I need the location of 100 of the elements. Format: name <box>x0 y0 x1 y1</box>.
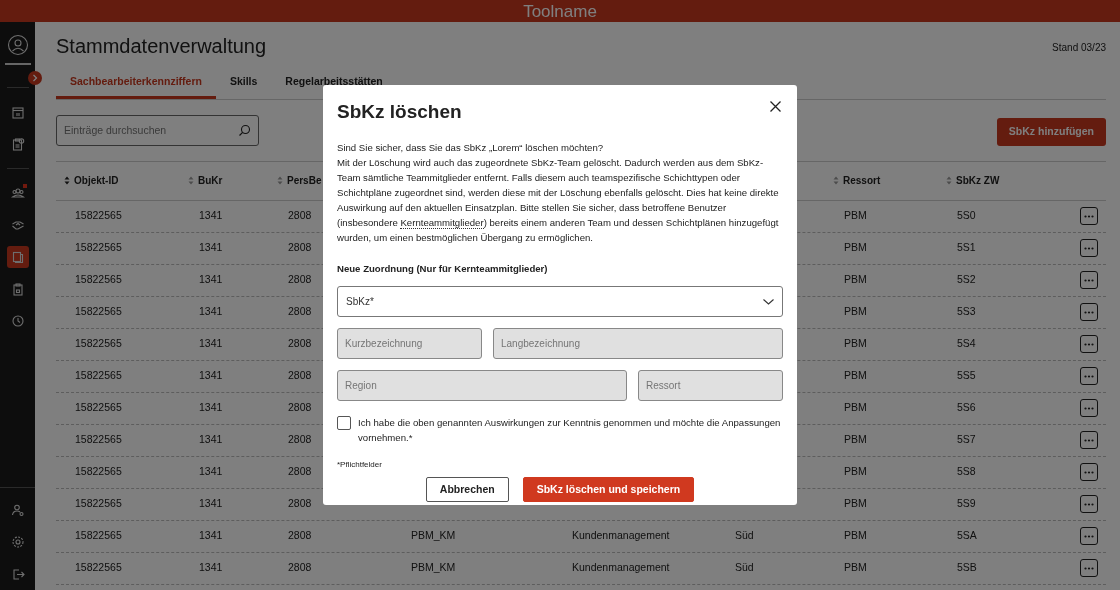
table-cell: PBM <box>844 337 867 350</box>
section-label: Neue Zuordnung (Nur für Kernteammitglieder) <box>337 262 549 276</box>
nav-item[interactable] <box>6 246 29 268</box>
more-button[interactable] <box>1080 527 1098 546</box>
add-button[interactable]: SbKz hinzufügen <box>996 117 1106 146</box>
more-button[interactable] <box>1080 207 1098 226</box>
table-cell: PBM <box>844 465 867 478</box>
more-icon <box>1084 470 1094 474</box>
table-cell: 2808 <box>288 497 312 510</box>
table-cell: 2808 <box>288 465 312 478</box>
tab[interactable]: Regelarbeitsstätten <box>271 68 397 99</box>
table-cell: 1341 <box>199 273 223 286</box>
table-cell: 1341 <box>199 337 223 350</box>
more-button[interactable] <box>1080 239 1098 258</box>
table-cell: PBM <box>844 497 867 510</box>
select-field[interactable]: SbKz* <box>337 286 783 318</box>
table-cell: 2808 <box>288 305 312 318</box>
more-icon <box>1084 534 1094 538</box>
table-cell: 15822565 <box>75 433 122 446</box>
sidebar-toggle-button[interactable] <box>28 71 42 85</box>
close-icon <box>769 100 781 112</box>
table-cell: 1341 <box>199 529 223 542</box>
more-button[interactable] <box>1080 431 1098 450</box>
table-cell: 5S1 <box>957 241 976 254</box>
table-cell: PBM <box>844 241 867 254</box>
handshake-icon <box>10 218 25 232</box>
required-note: *Pflichtfelder <box>337 459 383 472</box>
table-cell: 5S7 <box>957 433 976 446</box>
dialog-title: SbKz löschen <box>337 100 463 124</box>
search-icon <box>238 123 251 137</box>
more-button[interactable] <box>1080 367 1098 386</box>
page-title: Stammdatenverwaltung <box>56 34 267 59</box>
more-button[interactable] <box>1080 559 1098 578</box>
dialog-question: Sind Sie sicher, dass Sie das SbKz „Lorem“ löschen möchten? <box>337 141 605 155</box>
table-cell: PBM <box>844 273 867 286</box>
more-icon <box>1084 278 1094 282</box>
table-cell: 2808 <box>288 273 312 286</box>
cancel-button[interactable]: Abbrechen <box>425 477 509 503</box>
close-button[interactable] <box>767 98 783 114</box>
save-button[interactable]: SbKz löschen und speichern <box>522 477 695 503</box>
table-cell: 2808 <box>288 241 312 254</box>
table-cell: PBM <box>844 209 867 222</box>
tab[interactable]: Sachbearbeiterkennziffern <box>56 68 216 99</box>
chevron-down-icon <box>763 298 774 305</box>
table-cell: PBM_KM <box>411 561 456 574</box>
checkbox[interactable] <box>337 416 351 431</box>
table-cell: 1341 <box>199 241 223 254</box>
table-cell: PBM <box>844 305 867 318</box>
dialog-text: Mit der Löschung wird auch das zugeordnete SbKz-Team gelöscht. Dadurch werden aus dem SbKz-Team sämtliche Teammitglieder entfernt. Falls diesem auch teamspezifische Schichttypen oder Schichtpläne zugeordnet sind, werden diese mit der Löschung ebenfalls gelöscht. Dies hat keine direkte Auswirkung auf den aktuellen Einsatzplan. Bitte stellen Sie sicher, dass betroffene Benutzer (insbesondere Kernteammitglieder) bereits einem anderen Team und dessen Schichtplänen hinzugefügt wurden, um einen bestmöglichen Übergang zu ermöglichen. <box>337 156 780 245</box>
table-cell: PBM <box>844 369 867 382</box>
more-icon <box>1084 310 1094 314</box>
table-cell: 2808 <box>288 401 312 414</box>
column-header: BuKr <box>198 174 223 189</box>
table-cell: 5S8 <box>957 465 976 478</box>
search-field[interactable]: Einträge durchsuchen <box>56 114 259 146</box>
table-cell: 15822565 <box>75 401 122 414</box>
calendar-icon <box>10 105 25 119</box>
table-cell: 2808 <box>288 209 312 222</box>
more-icon <box>1084 406 1094 410</box>
chevron-right-icon <box>32 74 38 82</box>
user-settings-icon <box>10 503 25 517</box>
more-button[interactable] <box>1080 495 1098 514</box>
clipboard-icon <box>10 282 25 296</box>
clipboard-check-icon <box>10 137 25 151</box>
more-icon <box>1084 214 1094 218</box>
table-cell: 5S9 <box>957 497 976 510</box>
table-cell: 5S2 <box>957 273 976 286</box>
table-cell: 15822565 <box>75 337 122 350</box>
table-cell: PBM <box>844 401 867 414</box>
more-button[interactable] <box>1080 271 1098 290</box>
table-cell: 5SA <box>957 529 977 542</box>
column-header: Ressort <box>843 174 881 189</box>
table-cell: 5S6 <box>957 401 976 414</box>
table-cell: 1341 <box>199 561 223 574</box>
more-button[interactable] <box>1080 463 1098 482</box>
table-cell: 15822565 <box>75 369 122 382</box>
table-cell: 2808 <box>288 337 312 350</box>
table-cell: 15822565 <box>75 465 122 478</box>
more-icon <box>1084 502 1094 506</box>
table-cell: PBM_KM <box>411 529 456 542</box>
clock-icon <box>10 314 25 328</box>
more-button[interactable] <box>1080 399 1098 418</box>
more-icon <box>1084 246 1094 250</box>
table-cell: 2808 <box>288 369 312 382</box>
profile-icon[interactable] <box>6 34 29 56</box>
term-link[interactable]: Kernteammitglieder <box>400 217 484 229</box>
documents-icon <box>10 250 25 264</box>
version-label: Stand 03/23 <box>1052 41 1106 55</box>
table-cell: 1341 <box>199 401 223 414</box>
more-icon <box>1084 438 1094 442</box>
table-cell: Kundenmanagement <box>572 561 670 574</box>
table-cell: 1341 <box>199 369 223 382</box>
table-cell: 2808 <box>288 529 312 542</box>
table-cell: Süd <box>735 529 754 542</box>
tab[interactable]: Skills <box>215 68 272 99</box>
more-button[interactable] <box>1080 303 1098 322</box>
more-button[interactable] <box>1080 335 1098 354</box>
sort-icon[interactable] <box>64 176 70 186</box>
team-icon <box>10 186 25 200</box>
table-cell: Süd <box>735 561 754 574</box>
